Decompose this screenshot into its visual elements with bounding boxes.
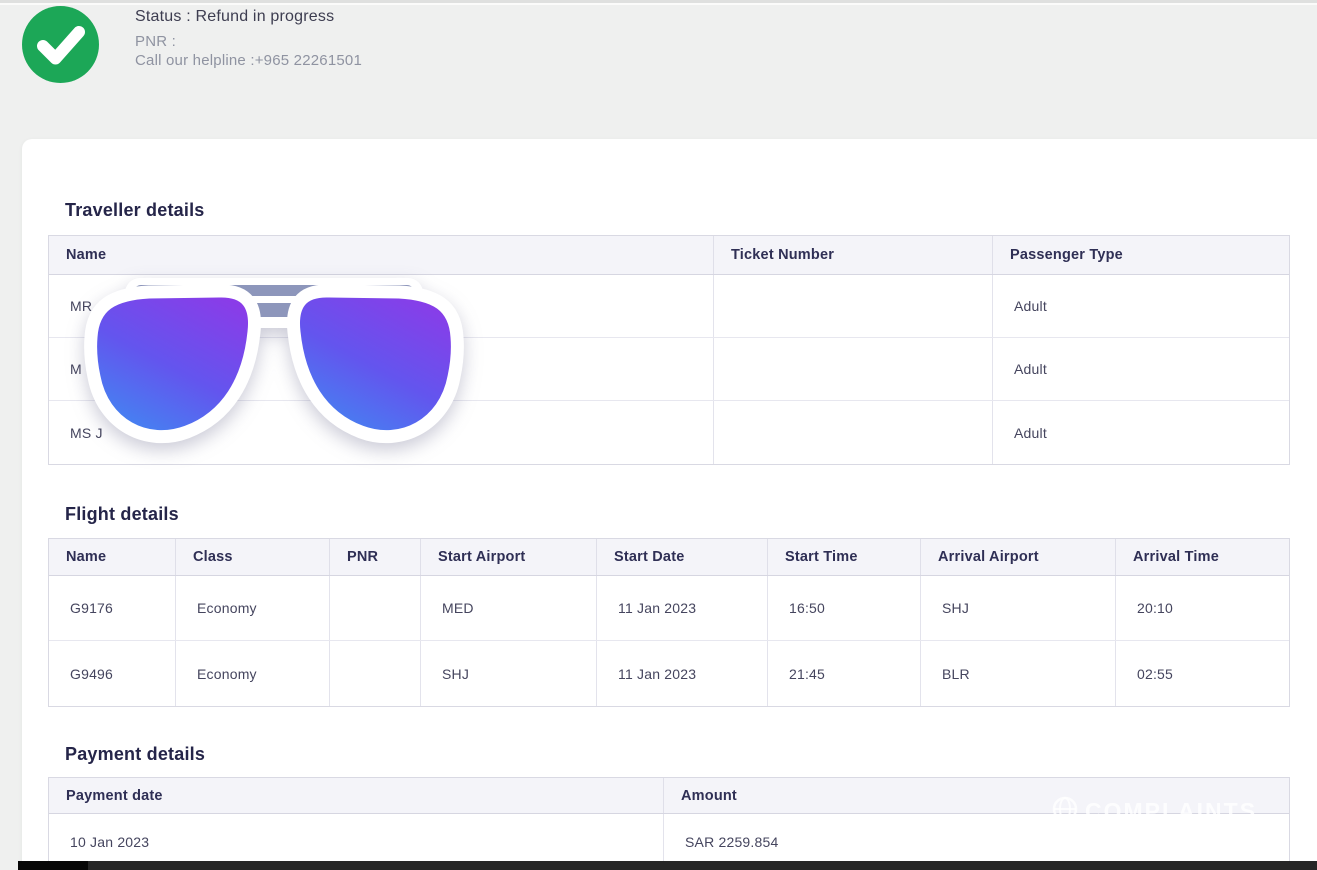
flight-name: G9496 (49, 641, 176, 706)
col-start-date: Start Date (597, 539, 768, 575)
table-row: G9176 Economy MED 11 Jan 2023 16:50 SHJ … (49, 576, 1289, 641)
flight-arrival-time: 02:55 (1116, 641, 1289, 706)
flight-start-date: 11 Jan 2023 (597, 641, 768, 706)
traveller-table-header: Name Ticket Number Passenger Type (49, 236, 1289, 275)
col-ticket-number: Ticket Number (714, 236, 993, 274)
flight-arrival-airport: BLR (921, 641, 1116, 706)
col-start-airport: Start Airport (421, 539, 597, 575)
bottom-dark-band (18, 861, 1317, 870)
col-start-time: Start Time (768, 539, 921, 575)
flight-arrival-time: 20:10 (1116, 576, 1289, 640)
flight-table-header: Name Class PNR Start Airport Start Date … (49, 539, 1289, 576)
col-arrival-time: Arrival Time (1116, 539, 1289, 575)
flight-pnr (330, 576, 421, 640)
traveller-name: MR C (49, 275, 714, 337)
flight-start-time: 16:50 (768, 576, 921, 640)
flight-start-airport: MED (421, 576, 597, 640)
traveller-ticket (714, 275, 993, 337)
payment-table: Payment date Amount 10 Jan 2023 SAR 2259… (48, 777, 1290, 870)
flight-pnr (330, 641, 421, 706)
traveller-ticket (714, 338, 993, 400)
traveller-type: Adult (993, 275, 1289, 337)
table-row: MR C Adult (49, 275, 1289, 338)
table-row: MS J Adult (49, 401, 1289, 464)
status-header: Status : Refund in progress PNR : Call o… (135, 8, 362, 70)
traveller-details-title: Traveller details (65, 200, 204, 221)
col-passenger-type: Passenger Type (993, 236, 1289, 274)
traveller-type: Adult (993, 401, 1289, 464)
col-name: Name (49, 539, 176, 575)
pnr-label: PNR : (135, 32, 362, 51)
traveller-table: Name Ticket Number Passenger Type MR C A… (48, 235, 1290, 465)
traveller-type: Adult (993, 338, 1289, 400)
payment-table-header: Payment date Amount (49, 778, 1289, 814)
top-strip-light (0, 3, 1317, 5)
flight-arrival-airport: SHJ (921, 576, 1116, 640)
check-circle-icon (22, 6, 99, 83)
status-text: Status : Refund in progress (135, 8, 362, 26)
col-payment-date: Payment date (49, 778, 664, 813)
details-card: Traveller details Name Ticket Number Pas… (22, 139, 1317, 870)
col-amount: Amount (664, 778, 1289, 813)
traveller-name: MS J (49, 401, 714, 464)
flight-class: Economy (176, 576, 330, 640)
col-arrival-airport: Arrival Airport (921, 539, 1116, 575)
flight-name: G9176 (49, 576, 176, 640)
traveller-ticket (714, 401, 993, 464)
flight-class: Economy (176, 641, 330, 706)
refund-status-page: Status : Refund in progress PNR : Call o… (0, 0, 1317, 870)
flight-details-title: Flight details (65, 504, 179, 525)
bottom-band-darker-segment (18, 861, 88, 870)
flight-start-date: 11 Jan 2023 (597, 576, 768, 640)
table-row: G9496 Economy SHJ 11 Jan 2023 21:45 BLR … (49, 641, 1289, 706)
flight-table: Name Class PNR Start Airport Start Date … (48, 538, 1290, 707)
table-row: M Adult (49, 338, 1289, 401)
col-pnr: PNR (330, 539, 421, 575)
flight-start-airport: SHJ (421, 641, 597, 706)
traveller-name: M (49, 338, 714, 400)
flight-start-time: 21:45 (768, 641, 921, 706)
helpline-text: Call our helpline :+965 22261501 (135, 51, 362, 70)
payment-details-title: Payment details (65, 744, 205, 765)
col-name: Name (49, 236, 714, 274)
col-class: Class (176, 539, 330, 575)
